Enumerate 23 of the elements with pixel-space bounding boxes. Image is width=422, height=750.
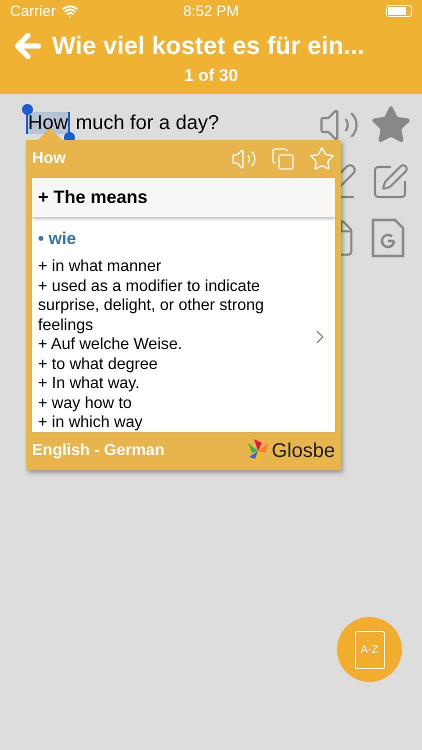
battery-icon [386,5,412,17]
headword: • wie [37,228,78,250]
g-document-icon[interactable] [370,218,406,258]
definition-line: + used as a modifier to indicate surprise, delight, or other strong feelings [37,276,265,335]
definition-line: + in which way [37,413,144,432]
definition-line: + in what manner [37,257,162,276]
definition-line: + In what way. [37,374,141,394]
copy-icon[interactable] [271,147,295,171]
wifi-icon [62,3,78,19]
definition-line: + to what degree [37,354,159,374]
brand-name: Glosbe [272,440,335,462]
carrier-label: Carrier [10,2,56,20]
section-heading: + The means [32,178,335,217]
selection-handle[interactable] [22,104,33,115]
popup-word: How [32,150,67,168]
language-pair: English - German [32,442,164,460]
definition-line: + Auf welche Weise. [37,335,184,354]
star-icon[interactable] [309,146,335,172]
dictionary-button[interactable]: A-Z [337,617,402,682]
definition-line: + way how to [37,394,133,413]
header-title: Wie viel kostet es für ein... [52,32,364,60]
status-time: 8:52 PM [183,2,239,20]
page-counter: 1 of 30 [183,66,239,86]
